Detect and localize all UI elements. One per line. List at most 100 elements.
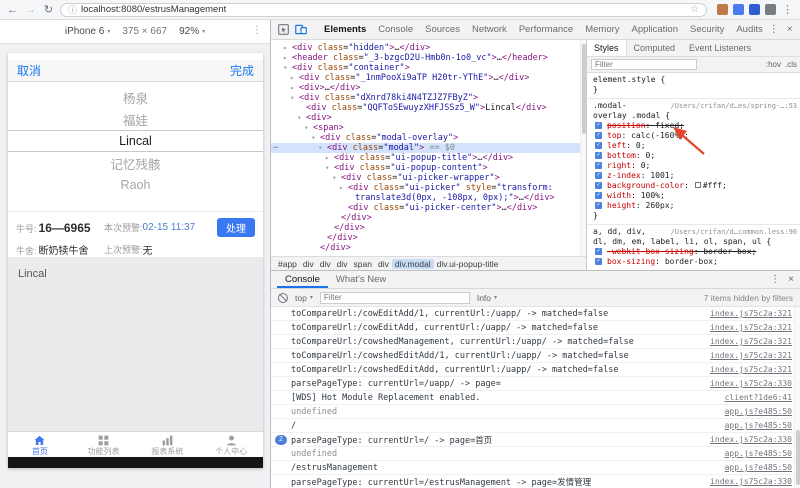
- tabbar-item-grid[interactable]: 功能列表: [72, 432, 136, 457]
- picker-option[interactable]: Raoh: [8, 174, 263, 196]
- property-checkbox-icon[interactable]: ✓: [595, 162, 602, 169]
- console-message-row[interactable]: [WDS] Hot Module Replacement enabled. cli…: [271, 391, 800, 405]
- console-message-row[interactable]: toCompareUrl:/cowshedManagement, current…: [271, 335, 800, 349]
- tab-elements[interactable]: Elements: [318, 20, 372, 39]
- twisty-icon[interactable]: ▸: [290, 73, 295, 83]
- console-message-row[interactable]: toCompareUrl:/cowEditAdd/1, currentUrl:/…: [271, 307, 800, 321]
- picker-option[interactable]: 杨泉: [8, 86, 263, 108]
- elements-tree-row[interactable]: ▾ <div class="modal-overlay">: [271, 133, 586, 143]
- back-icon[interactable]: ←: [6, 1, 19, 19]
- log-level-select[interactable]: Info ▾: [477, 293, 497, 303]
- console-message-row[interactable]: 2 parsePageType: currentUrl=/ -> page=首页 i…: [271, 433, 800, 447]
- twisty-icon[interactable]: ▾: [332, 173, 337, 183]
- tab-security[interactable]: Security: [684, 20, 730, 39]
- sidebar-tab-styles[interactable]: Styles: [587, 40, 627, 56]
- source-location-link[interactable]: client?1de6:41: [715, 393, 792, 402]
- handle-button[interactable]: 处理: [217, 218, 255, 237]
- breadcrumb-item[interactable]: div: [334, 259, 351, 269]
- stylesheet-link[interactable]: /Users/crifan/d…es/spring-…:53: [671, 101, 797, 111]
- tabbar-item-user[interactable]: 个人中心: [199, 432, 263, 457]
- property-checkbox-icon[interactable]: ✓: [595, 192, 602, 199]
- source-location-link[interactable]: app.js?e485:50: [715, 463, 792, 472]
- elements-tree-row[interactable]: ▸ <div class="hidden">…</div>: [271, 43, 586, 53]
- breadcrumb-item[interactable]: div: [317, 259, 334, 269]
- console-scrollbar[interactable]: [794, 307, 800, 488]
- elements-tree-row[interactable]: ▸ <div class="_1nmPooXi9aTP H20tr-YThE">……: [271, 73, 586, 83]
- elements-tree-row[interactable]: </div>: [271, 213, 586, 223]
- console-tab-console[interactable]: Console: [277, 271, 328, 288]
- property-checkbox-icon[interactable]: ✓: [595, 132, 602, 139]
- twisty-icon[interactable]: ▸: [325, 153, 330, 163]
- console-filter-input[interactable]: [319, 291, 470, 304]
- property-checkbox-icon[interactable]: ✓: [595, 258, 602, 265]
- console-message-row[interactable]: toCompareUrl:/cowshedEditAdd/1, currentU…: [271, 349, 800, 363]
- picker-option[interactable]: 福娃: [8, 108, 263, 130]
- source-location-link[interactable]: index.js75c2a:321: [700, 351, 792, 360]
- elements-tree-row[interactable]: </div>: [271, 243, 586, 253]
- source-location-link[interactable]: index.js75c2a:330: [700, 435, 792, 444]
- console-message-row[interactable]: /estrusManagement app.js?e485:50: [271, 461, 800, 475]
- breadcrumb-item[interactable]: span: [351, 259, 375, 269]
- elements-tree-row[interactable]: translate3d(0px, -108px, 0px);">…</div>: [271, 193, 586, 203]
- elements-tree-row[interactable]: ▾ <span>: [271, 123, 586, 133]
- twisty-icon[interactable]: ▸: [283, 43, 288, 53]
- twisty-icon[interactable]: ▾: [318, 143, 323, 153]
- property-checkbox-icon[interactable]: ✓: [595, 202, 602, 209]
- picker-done-button[interactable]: 完成: [230, 62, 254, 79]
- tabbar-item-report[interactable]: 报表系统: [136, 432, 200, 457]
- extension-icon[interactable]: [749, 4, 760, 15]
- drawer-menu-icon[interactable]: ⋮: [770, 274, 780, 285]
- tab-memory[interactable]: Memory: [579, 20, 625, 39]
- property-checkbox-icon[interactable]: ✓: [595, 142, 602, 149]
- more-actions-icon[interactable]: ⋯: [273, 143, 278, 153]
- picker-option[interactable]: 记忆残骸: [8, 152, 263, 174]
- console-message-row[interactable]: parsePageType: currentUrl=/estrusManagem…: [271, 475, 800, 488]
- source-location-link[interactable]: index.js75c2a:321: [700, 337, 792, 346]
- tab-network[interactable]: Network: [466, 20, 513, 39]
- browser-menu-icon[interactable]: ⋮: [781, 1, 794, 19]
- source-location-link[interactable]: index.js75c2a:321: [700, 365, 792, 374]
- drawer-close-icon[interactable]: ×: [788, 274, 794, 285]
- elements-tree-row[interactable]: ▾ <div class="container">: [271, 63, 586, 73]
- elements-tree-row[interactable]: ▾ <div class="ui-popup-content">: [271, 163, 586, 173]
- devtools-close-icon[interactable]: ×: [787, 24, 793, 35]
- stylesheet-link[interactable]: /Users/crifan/d…common.less:90: [671, 227, 797, 237]
- twisty-icon[interactable]: ▾: [304, 123, 309, 133]
- picker-wheel[interactable]: 杨泉 福娃 Lincal 记忆残骸 Raoh: [8, 86, 263, 196]
- page-info-icon[interactable]: ⓘ: [68, 3, 77, 16]
- tab-sources[interactable]: Sources: [419, 20, 466, 39]
- property-checkbox-icon[interactable]: ✓: [595, 248, 602, 255]
- console-message-row[interactable]: undefined app.js?e485:50: [271, 405, 800, 419]
- elements-tree-row[interactable]: ▸ <div class="ui-popup-title">…</div>: [271, 153, 586, 163]
- source-location-link[interactable]: index.js75c2a:321: [700, 309, 792, 318]
- bookmark-star-icon[interactable]: ☆: [690, 4, 699, 15]
- device-toggle-icon[interactable]: [295, 24, 307, 35]
- breadcrumb-item[interactable]: div: [300, 259, 317, 269]
- address-bar[interactable]: ⓘ localhost:8080/estrusManagement ☆: [60, 2, 707, 17]
- device-toolbar-menu-icon[interactable]: ⋮: [252, 25, 262, 36]
- tab-audits[interactable]: Audits: [730, 20, 768, 39]
- property-checkbox-icon[interactable]: ✓: [595, 172, 602, 179]
- inspect-element-icon[interactable]: [278, 24, 289, 35]
- picker-cancel-button[interactable]: 取消: [17, 62, 41, 79]
- property-checkbox-icon[interactable]: ✓: [595, 152, 602, 159]
- console-message-row[interactable]: / app.js?e485:50: [271, 419, 800, 433]
- elements-tree-row[interactable]: ▾ <div class="dXnrd78ki4N4TZJZ7FByZ">: [271, 93, 586, 103]
- tab-performance[interactable]: Performance: [513, 20, 579, 39]
- elements-tree-row[interactable]: </div>: [271, 223, 586, 233]
- twisty-icon[interactable]: ▾: [283, 63, 288, 73]
- elements-tree-row[interactable]: <div class="QQFToSEwuyzXHFJSSz5_W">Linca…: [271, 103, 586, 113]
- class-toggle[interactable]: .cls: [785, 60, 797, 69]
- breadcrumb-item[interactable]: div: [375, 259, 392, 269]
- source-location-link[interactable]: app.js?e485:50: [715, 449, 792, 458]
- console-message-row[interactable]: toCompareUrl:/cowEditAdd, currentUrl:/ua…: [271, 321, 800, 335]
- extension-icon[interactable]: [733, 4, 744, 15]
- breadcrumb-item[interactable]: div.modal: [391, 258, 434, 269]
- elements-tree-row[interactable]: ▸ <div>…</div>: [271, 83, 586, 93]
- color-swatch[interactable]: [694, 182, 701, 188]
- console-message-row[interactable]: undefined app.js?e485:50: [271, 447, 800, 461]
- elements-tree-row[interactable]: ▾ <div>: [271, 113, 586, 123]
- property-checkbox-icon[interactable]: ✓: [595, 182, 602, 189]
- elements-tree-row[interactable]: ▸ <div class="ui-picker" style="transform…: [271, 183, 586, 193]
- styles-filter-input[interactable]: [591, 59, 697, 70]
